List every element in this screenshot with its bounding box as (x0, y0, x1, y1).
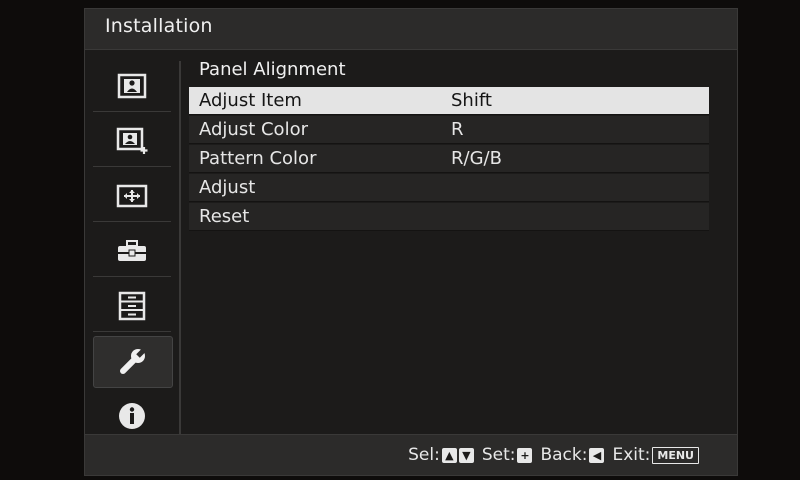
hint-select-label: Sel: (408, 445, 440, 465)
hint-exit: Exit: MENU (612, 445, 699, 465)
row-label: Adjust Color (199, 119, 308, 140)
wrench-icon (116, 347, 150, 377)
info-icon (115, 401, 149, 431)
picture-icon (115, 71, 149, 101)
menu-row-adjust[interactable]: Adjust (189, 174, 709, 202)
toolbox-icon (115, 236, 149, 266)
row-label: Reset (199, 206, 250, 227)
section-title: Panel Alignment (199, 59, 346, 80)
title-bar: Installation (85, 9, 737, 50)
menu-row-reset[interactable]: Reset (189, 203, 709, 231)
left-arrow-icon: ◀ (589, 447, 605, 463)
menu-content: Panel Alignment Adjust Item Shift Adjust… (189, 49, 709, 437)
menu-row-adjust-color[interactable]: Adjust Color R (189, 116, 709, 144)
sidebar-item-picture[interactable] (93, 61, 171, 112)
settings-window: Installation Panel Alignment Adjust Item… (84, 8, 738, 476)
hint-set: Set: + (482, 445, 533, 465)
sidebar-item-setup[interactable] (93, 281, 171, 332)
screen-move-icon (115, 181, 149, 211)
sidebar-item-function[interactable] (93, 226, 171, 277)
sidebar-item-picture-adjust[interactable] (93, 116, 171, 167)
menu-row-adjust-item[interactable]: Adjust Item Shift (189, 87, 709, 115)
hint-select: Sel: ▲ ▼ (408, 445, 474, 465)
row-value: R (451, 119, 464, 140)
hint-exit-label: Exit: (612, 445, 651, 465)
sidebar-item-installation[interactable] (93, 336, 173, 388)
menu-row-pattern-color[interactable]: Pattern Color R/G/B (189, 145, 709, 173)
up-arrow-icon: ▲ (441, 447, 457, 463)
menu-key-icon: MENU (652, 446, 699, 464)
category-sidebar (85, 49, 181, 437)
row-label: Adjust (199, 177, 256, 198)
sidebar-item-screen[interactable] (93, 171, 171, 222)
hint-back: Back: ◀ (540, 445, 605, 465)
row-value: Shift (451, 90, 492, 111)
row-label: Adjust Item (199, 90, 302, 111)
footer-bar: Sel: ▲ ▼ Set: + Back: ◀ Exit: MENU (85, 434, 737, 475)
cabinet-icon (115, 291, 149, 321)
page-title: Installation (105, 15, 213, 37)
sidebar-divider (179, 61, 181, 437)
key-hints: Sel: ▲ ▼ Set: + Back: ◀ Exit: MENU (400, 445, 699, 465)
enter-icon: + (517, 447, 533, 463)
row-value: R/G/B (451, 148, 502, 169)
hint-back-label: Back: (540, 445, 588, 465)
picture-add-icon (115, 126, 149, 156)
down-arrow-icon: ▼ (458, 447, 474, 463)
row-label: Pattern Color (199, 148, 317, 169)
hint-set-label: Set: (481, 445, 516, 465)
